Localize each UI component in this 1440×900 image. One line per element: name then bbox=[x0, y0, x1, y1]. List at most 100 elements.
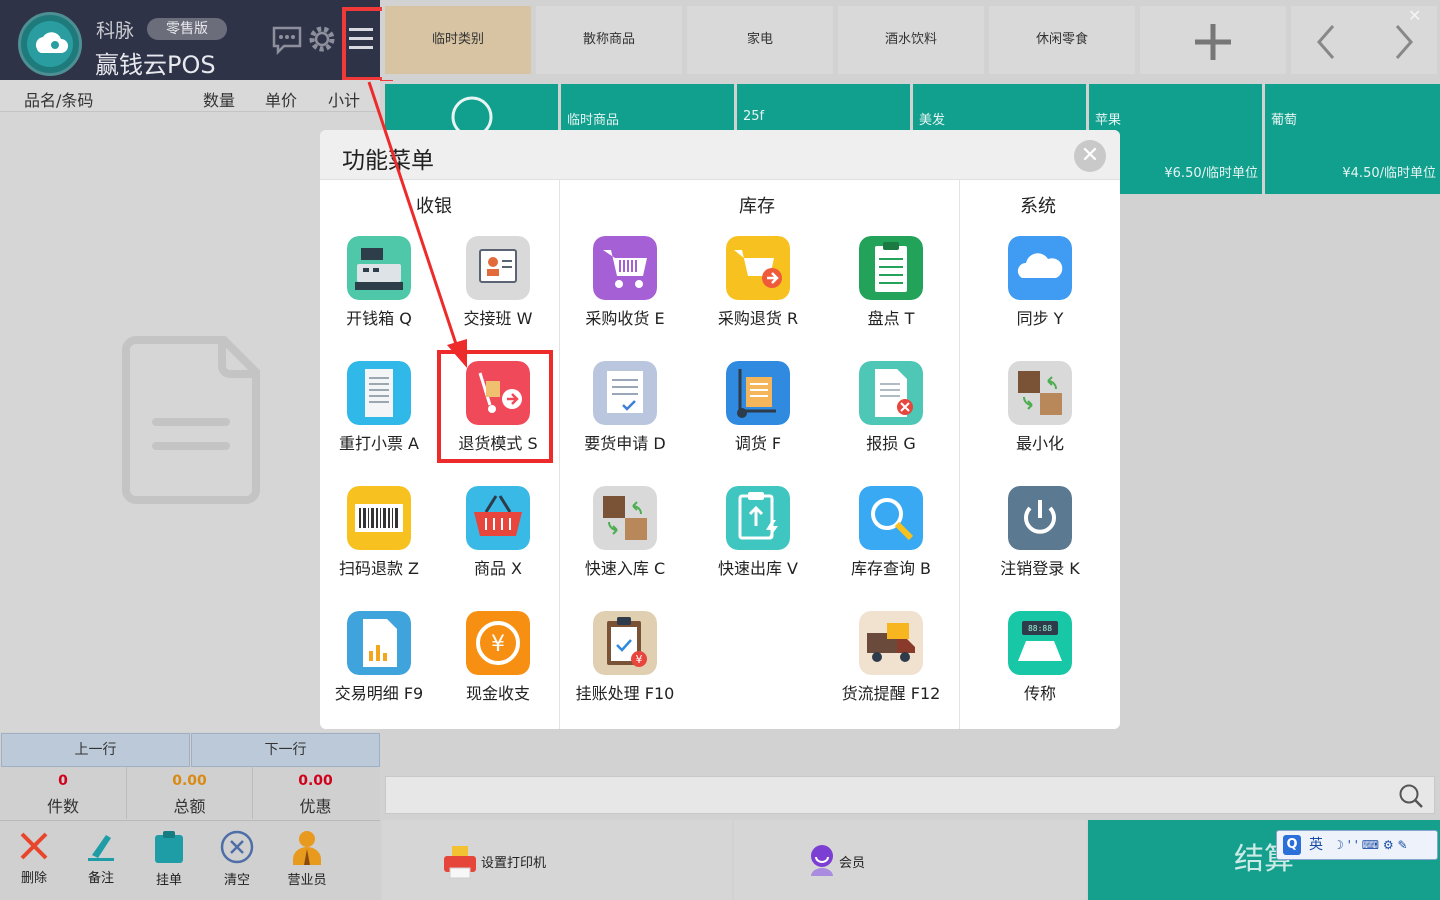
clerk-icon bbox=[293, 831, 321, 865]
svg-text:¥: ¥ bbox=[491, 632, 505, 657]
cart-return-icon bbox=[726, 236, 790, 300]
transfer-button[interactable]: 调货 F bbox=[695, 361, 821, 454]
scan-refund-button[interactable]: 扫码退款 Z bbox=[320, 486, 442, 579]
col-price: 单价 bbox=[265, 91, 298, 110]
clipboard-icon bbox=[155, 831, 183, 863]
empty-document-icon bbox=[122, 336, 260, 504]
receipt-icon bbox=[347, 361, 411, 425]
dialog-header: 功能菜单 ✕ bbox=[320, 130, 1120, 180]
barcode-icon bbox=[347, 486, 411, 550]
plus-icon bbox=[1195, 24, 1231, 60]
cash-register-icon bbox=[347, 236, 411, 300]
pen-icon bbox=[88, 835, 114, 861]
printer-button[interactable]: 设置打印机 bbox=[382, 820, 732, 900]
next-row-button[interactable]: 下一行 bbox=[191, 733, 380, 767]
category-tab[interactable]: 散称商品 bbox=[536, 6, 682, 74]
dialog-close-button[interactable]: ✕ bbox=[1074, 140, 1106, 172]
reprint-button[interactable]: 重打小票 A bbox=[320, 361, 442, 454]
dialog-title: 功能菜单 bbox=[342, 148, 434, 174]
quick-out-button[interactable]: 快速出库 V bbox=[695, 486, 821, 579]
stat-discount: 0.00 优惠 bbox=[252, 767, 378, 819]
category-tab[interactable]: 家电 bbox=[687, 6, 833, 74]
goods-button[interactable]: 商品 X bbox=[435, 486, 561, 579]
request-doc-icon bbox=[593, 361, 657, 425]
loss-doc-icon bbox=[859, 361, 923, 425]
ime-toolbar[interactable]: Q 英 ☽ ' ' ⌨ ⚙ ✎ bbox=[1276, 830, 1438, 860]
cart-summary: 0 件数 0.00 总额 0.00 优惠 bbox=[0, 767, 380, 819]
yuan-exchange-icon: ¥ bbox=[466, 611, 530, 675]
message-icon[interactable] bbox=[270, 22, 304, 56]
section-system: 系统 bbox=[1020, 196, 1056, 217]
stocktake-button[interactable]: 盘点 T bbox=[828, 236, 954, 329]
ime-mode-label: 英 bbox=[1309, 837, 1323, 853]
brand-name: 科脉 bbox=[96, 20, 135, 42]
cart-column-header: 品名/条码 数量 单价 小计 bbox=[0, 80, 380, 112]
clear-icon bbox=[220, 830, 254, 864]
member-icon bbox=[811, 845, 833, 876]
return-mode-highlight bbox=[437, 350, 553, 463]
truck-icon bbox=[859, 611, 923, 675]
col-name: 品名/条码 bbox=[24, 91, 94, 110]
basket-icon bbox=[466, 486, 530, 550]
row-nav: 上一行 下一行 bbox=[0, 733, 380, 767]
ime-tray-icons: ☽ ' ' ⌨ ⚙ ✎ bbox=[1333, 838, 1408, 852]
edition-badge: 零售版 bbox=[147, 18, 227, 40]
window-close-icon[interactable]: ✕ bbox=[1408, 6, 1421, 25]
cart-toolbar: 删除 备注 挂单 清空 营业员 bbox=[0, 820, 380, 900]
search-input[interactable] bbox=[385, 776, 1435, 814]
product-tile[interactable]: 葡萄 ¥4.50/临时单位 bbox=[1265, 84, 1440, 194]
credit-button[interactable]: ¥ 挂账处理 F10 bbox=[562, 611, 688, 704]
svg-text:88:88: 88:88 bbox=[1028, 624, 1052, 633]
scale-icon: 88:88 bbox=[1008, 611, 1072, 675]
category-tab[interactable]: 酒水饮料 bbox=[838, 6, 984, 74]
cloud-icon bbox=[1008, 236, 1072, 300]
delete-button[interactable]: 删除 bbox=[2, 829, 66, 886]
quick-out-icon bbox=[726, 486, 790, 550]
note-button[interactable]: 备注 bbox=[69, 829, 133, 886]
boxes-in-icon bbox=[593, 486, 657, 550]
category-bar: 临时类别 散称商品 家电 酒水饮料 休闲零食 bbox=[382, 0, 1440, 80]
logistics-button[interactable]: 货流提醒 F12 bbox=[828, 611, 954, 704]
checklist-icon bbox=[859, 236, 923, 300]
prev-row-button[interactable]: 上一行 bbox=[1, 733, 190, 767]
loss-button[interactable]: 报损 G bbox=[828, 361, 954, 454]
purchase-receive-button[interactable]: 采购收货 E bbox=[562, 236, 688, 329]
shift-handover-icon bbox=[466, 236, 530, 300]
hand-truck-icon bbox=[726, 361, 790, 425]
clerk-button[interactable]: 营业员 bbox=[275, 829, 339, 888]
member-button[interactable]: 会员 bbox=[734, 820, 1086, 900]
section-cashier: 收银 bbox=[416, 196, 452, 217]
hold-button[interactable]: 挂单 bbox=[137, 829, 201, 888]
power-icon bbox=[1008, 486, 1072, 550]
open-drawer-button[interactable]: 开钱箱 Q bbox=[320, 236, 442, 329]
purchase-return-button[interactable]: 采购退货 R bbox=[695, 236, 821, 329]
requisition-button[interactable]: 要货申请 D bbox=[562, 361, 688, 454]
category-tab[interactable]: 临时类别 bbox=[385, 6, 531, 74]
scale-button[interactable]: 88:88 传称 bbox=[977, 611, 1103, 704]
quick-in-button[interactable]: 快速入库 C bbox=[562, 486, 688, 579]
magnifier-icon bbox=[859, 486, 923, 550]
printer-icon bbox=[444, 846, 476, 879]
svg-text:¥: ¥ bbox=[636, 653, 643, 666]
sync-button[interactable]: 同步 Y bbox=[977, 236, 1103, 329]
cart-icon bbox=[593, 236, 657, 300]
category-tab[interactable]: 休闲零食 bbox=[989, 6, 1135, 74]
cash-button[interactable]: ¥ 现金收支 bbox=[435, 611, 561, 704]
col-subtotal: 小计 bbox=[328, 91, 361, 110]
stat-total: 0.00 总额 bbox=[126, 767, 252, 819]
stock-query-button[interactable]: 库存查询 B bbox=[828, 486, 954, 579]
add-category-button[interactable] bbox=[1140, 6, 1286, 74]
shift-button[interactable]: 交接班 W bbox=[435, 236, 561, 329]
minimize-boxes-icon bbox=[1008, 361, 1072, 425]
logout-button[interactable]: 注销登录 K bbox=[977, 486, 1103, 579]
cloud-cat-logo-icon bbox=[18, 12, 82, 76]
clear-button[interactable]: 清空 bbox=[205, 829, 269, 888]
search-icon[interactable] bbox=[1398, 783, 1424, 809]
delete-icon bbox=[20, 832, 48, 860]
stat-count: 0 件数 bbox=[46, 773, 79, 816]
section-inventory: 库存 bbox=[739, 196, 775, 217]
col-qty: 数量 bbox=[203, 91, 236, 110]
trade-detail-button[interactable]: 交易明细 F9 bbox=[320, 611, 442, 704]
gear-icon[interactable] bbox=[305, 22, 339, 56]
minimize-button[interactable]: 最小化 bbox=[977, 361, 1103, 454]
